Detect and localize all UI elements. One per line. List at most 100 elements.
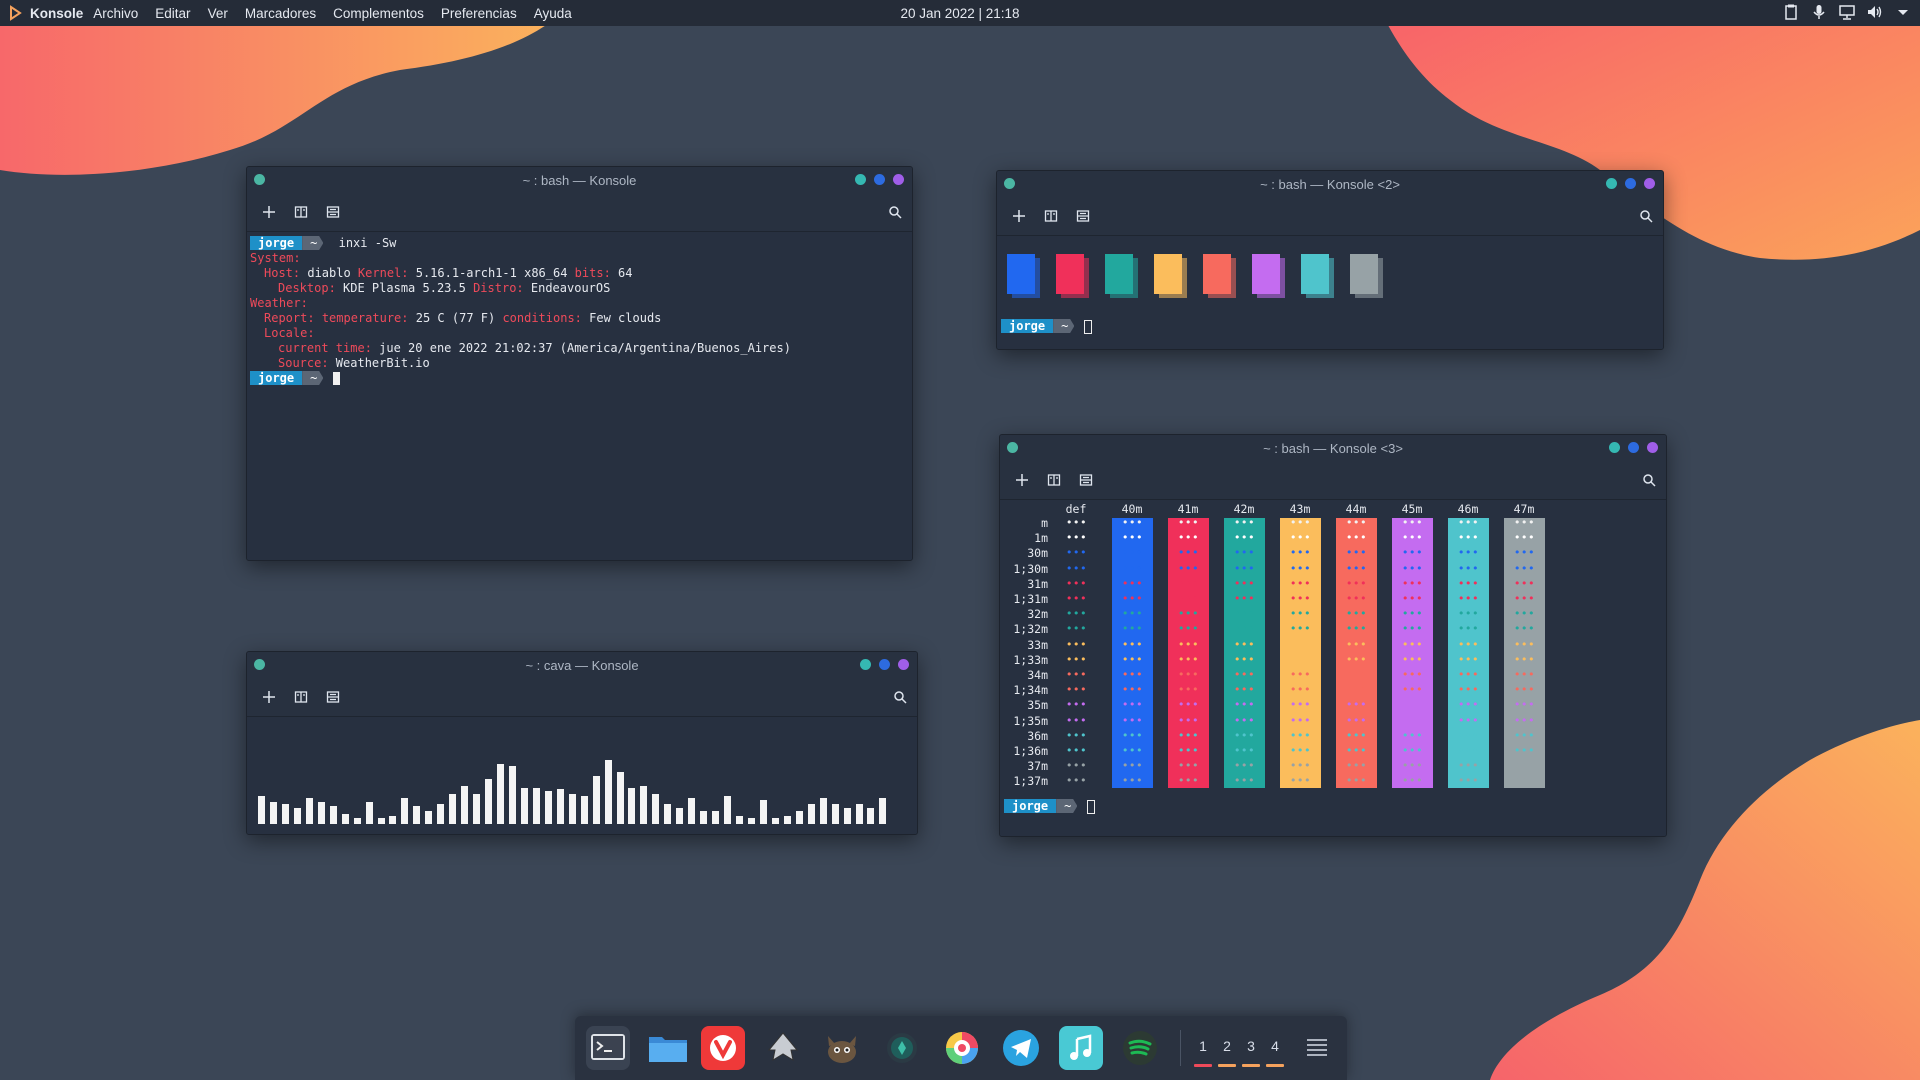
color-sample: ••• bbox=[1289, 683, 1312, 697]
dock-keepassxc[interactable] bbox=[880, 1026, 924, 1070]
new-tab-icon[interactable] bbox=[262, 690, 276, 704]
dock-spotify[interactable] bbox=[1118, 1026, 1162, 1070]
dock-gimp[interactable] bbox=[820, 1026, 864, 1070]
search-icon[interactable] bbox=[888, 205, 902, 219]
kde-logo-icon[interactable] bbox=[8, 5, 24, 21]
dock-konsole[interactable] bbox=[586, 1026, 630, 1070]
output-key: Host: bbox=[264, 266, 301, 280]
color-sample: ••• bbox=[1177, 713, 1200, 727]
terminal-output[interactable]: def 40m 41m 42m 43m 44m 45m 46m 47m m ••• ••• ••• •••… bbox=[1000, 500, 1666, 836]
search-icon[interactable] bbox=[893, 690, 907, 704]
color-sample: ••• bbox=[1121, 561, 1144, 575]
color-sample: ••• bbox=[1121, 592, 1144, 605]
color-sample: ••• bbox=[1121, 622, 1144, 636]
menu-archivo[interactable]: Archivo bbox=[93, 6, 138, 21]
toolbar bbox=[997, 197, 1663, 236]
dock-telegram[interactable] bbox=[999, 1026, 1043, 1070]
dock-music[interactable] bbox=[1059, 1026, 1103, 1070]
color-sample: ••• bbox=[1065, 561, 1088, 575]
titlebar[interactable]: ~ : bash — Konsole <3> bbox=[1000, 435, 1666, 461]
color-sample: ••• bbox=[1065, 744, 1088, 757]
color-sample: ••• bbox=[1289, 546, 1312, 560]
new-tab-icon[interactable] bbox=[1015, 473, 1029, 487]
split-horizontal-icon[interactable] bbox=[1079, 473, 1093, 487]
menu-ayuda[interactable]: Ayuda bbox=[534, 6, 572, 21]
dock-vivaldi[interactable] bbox=[701, 1026, 745, 1070]
titlebar[interactable]: ~ : cava — Konsole bbox=[247, 652, 917, 678]
color-sample: ••• bbox=[1457, 774, 1480, 788]
menu-ver[interactable]: Ver bbox=[208, 6, 228, 21]
color-sample: ••• bbox=[1177, 728, 1200, 742]
split-vertical-icon[interactable] bbox=[294, 690, 308, 704]
color-sample: ••• bbox=[1177, 622, 1200, 636]
close-button[interactable] bbox=[1647, 442, 1658, 453]
clock[interactable]: 20 Jan 2022 | 21:18 bbox=[900, 6, 1019, 21]
prompt-user: jorge bbox=[250, 371, 303, 385]
spotify-icon bbox=[1123, 1031, 1157, 1065]
split-vertical-icon[interactable] bbox=[1044, 209, 1058, 223]
menu-marcadores[interactable]: Marcadores bbox=[245, 6, 316, 21]
titlebar[interactable]: ~ : bash — Konsole bbox=[247, 167, 912, 193]
active-app-name[interactable]: Konsole bbox=[30, 6, 83, 21]
workspace-3[interactable]: 3 bbox=[1242, 1038, 1260, 1067]
color-swatch bbox=[1056, 254, 1089, 298]
search-icon[interactable] bbox=[1642, 473, 1656, 487]
menu-complementos[interactable]: Complementos bbox=[333, 6, 424, 21]
minimize-button[interactable] bbox=[1606, 178, 1617, 189]
maximize-button[interactable] bbox=[874, 174, 885, 185]
row-label: 35m bbox=[1027, 698, 1048, 713]
maximize-button[interactable] bbox=[1625, 178, 1636, 189]
workspace-4[interactable]: 4 bbox=[1266, 1038, 1284, 1067]
maximize-button[interactable] bbox=[879, 659, 890, 670]
split-horizontal-icon[interactable] bbox=[1076, 209, 1090, 223]
color-sample: ••• bbox=[1513, 607, 1536, 621]
search-icon[interactable] bbox=[1639, 209, 1653, 223]
menu-preferencias[interactable]: Preferencias bbox=[441, 6, 517, 21]
color-sample: ••• bbox=[1513, 561, 1536, 575]
color-sample: ••• bbox=[1457, 728, 1480, 742]
dock-files[interactable] bbox=[646, 1026, 690, 1070]
split-vertical-icon[interactable] bbox=[1047, 473, 1061, 487]
pin-button[interactable] bbox=[254, 174, 265, 185]
color-sample: ••• bbox=[1289, 713, 1312, 727]
terminal-output[interactable]: jorge ~ bbox=[997, 236, 1663, 349]
pin-button[interactable] bbox=[254, 659, 265, 670]
prompt-dir: ~ bbox=[302, 236, 324, 250]
close-button[interactable] bbox=[898, 659, 909, 670]
new-tab-icon[interactable] bbox=[262, 205, 276, 219]
split-vertical-icon[interactable] bbox=[294, 205, 308, 219]
microphone-icon[interactable] bbox=[1810, 3, 1828, 21]
pin-button[interactable] bbox=[1004, 178, 1015, 189]
color-sample: ••• bbox=[1065, 759, 1088, 773]
clipboard-icon[interactable] bbox=[1782, 3, 1800, 21]
pin-button[interactable] bbox=[1007, 442, 1018, 453]
terminal-output[interactable]: jorge ~ inxi -Sw System: Host: diablo Kern… bbox=[247, 232, 912, 560]
minimize-button[interactable] bbox=[860, 659, 871, 670]
split-horizontal-icon[interactable] bbox=[326, 690, 340, 704]
color-sample: ••• bbox=[1401, 713, 1424, 727]
minimize-button[interactable] bbox=[855, 174, 866, 185]
chevron-down-icon[interactable] bbox=[1894, 3, 1912, 21]
menu-lines-icon[interactable] bbox=[1305, 1036, 1329, 1060]
color-sample: ••• bbox=[1233, 622, 1256, 636]
konsole-window-cava: ~ : cava — Konsole bbox=[246, 651, 918, 835]
minimize-button[interactable] bbox=[1609, 442, 1620, 453]
dock-inkscape[interactable] bbox=[761, 1026, 805, 1070]
color-sample: ••• bbox=[1289, 728, 1312, 742]
workspace-1[interactable]: 1 bbox=[1194, 1038, 1212, 1067]
dock-color-picker[interactable] bbox=[940, 1026, 984, 1070]
titlebar[interactable]: ~ : bash — Konsole <2> bbox=[997, 171, 1663, 197]
maximize-button[interactable] bbox=[1628, 442, 1639, 453]
workspace-2[interactable]: 2 bbox=[1218, 1038, 1236, 1067]
split-horizontal-icon[interactable] bbox=[326, 205, 340, 219]
new-tab-icon[interactable] bbox=[1012, 209, 1026, 223]
volume-icon[interactable] bbox=[1866, 3, 1884, 21]
cava-visualizer[interactable] bbox=[247, 717, 917, 834]
audio-bar bbox=[389, 816, 397, 824]
close-button[interactable] bbox=[1644, 178, 1655, 189]
color-sample: ••• bbox=[1401, 759, 1424, 773]
close-button[interactable] bbox=[893, 174, 904, 185]
menu-editar[interactable]: Editar bbox=[155, 6, 190, 21]
network-icon[interactable] bbox=[1838, 3, 1856, 21]
color-sample: ••• bbox=[1233, 744, 1256, 757]
